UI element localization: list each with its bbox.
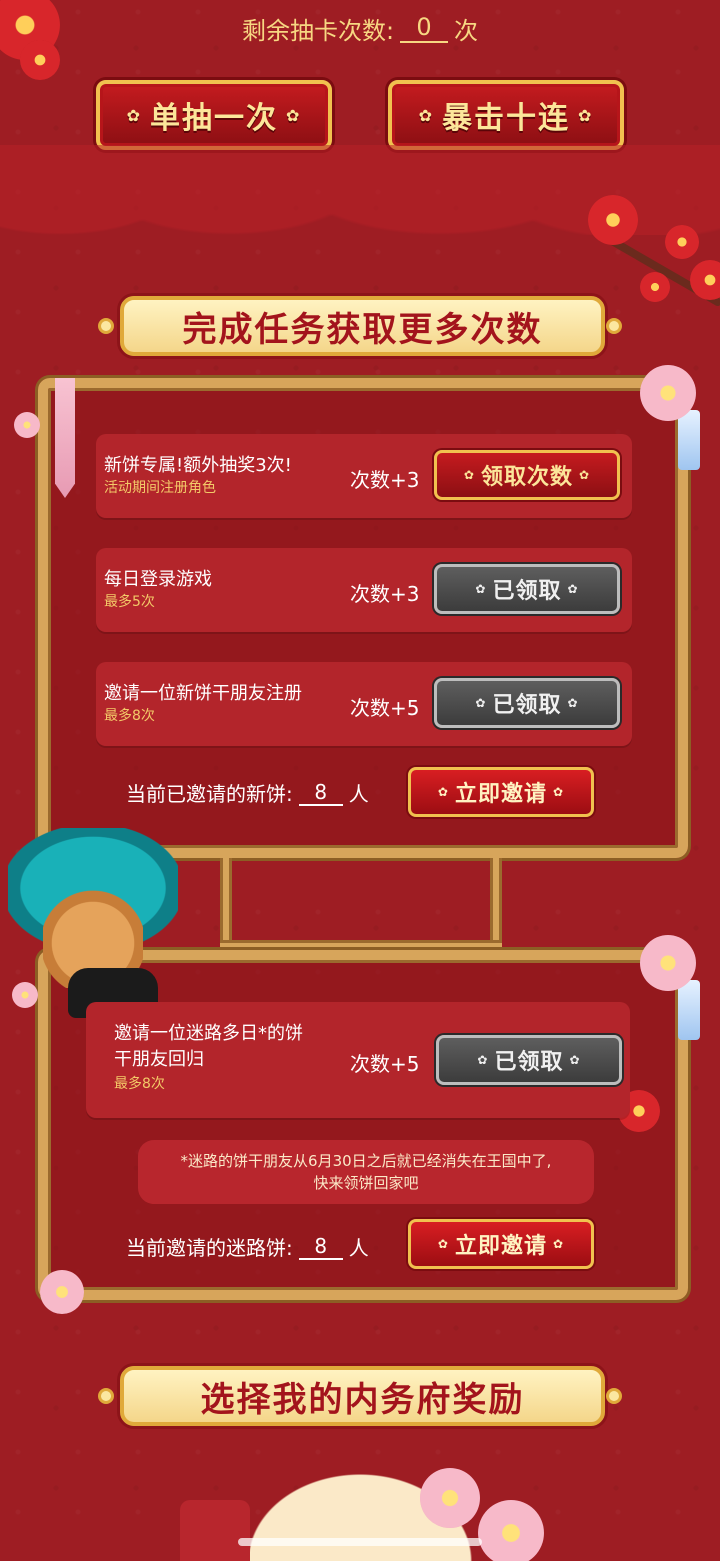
remaining-draws-value: 0 (400, 13, 449, 43)
claim-draws-button[interactable]: 领取次数 (434, 450, 620, 500)
task-row: 每日登录游戏 最多5次 次数+3 已领取 (96, 548, 632, 632)
task-row: 新饼专属!额外抽奖3次! 活动期间注册角色 次数+3 领取次数 (96, 434, 632, 518)
task-subtitle: 最多5次 (104, 594, 155, 610)
claimed-button[interactable]: 已领取 (434, 564, 620, 614)
task-gain: 次数+5 (350, 696, 420, 720)
notice-line-2: 快来领饼回家吧 (313, 1174, 419, 1192)
plum-blossom-icon (640, 365, 696, 421)
task-gain: 次数+5 (350, 1052, 420, 1076)
task-title: 新饼专属!额外抽奖3次! (104, 455, 292, 476)
single-draw-label: 单抽一次 (150, 101, 278, 136)
invite-count-label: 当前已邀请的新饼: (126, 782, 293, 806)
invite-now-button[interactable]: 立即邀请 (408, 1219, 594, 1269)
task-gain: 次数+3 (350, 582, 420, 606)
plum-blossom-icon (478, 1500, 544, 1561)
plum-blossom-icon (14, 412, 40, 438)
tassel-icon (678, 410, 700, 470)
invite-now-label: 立即邀请 (454, 782, 547, 807)
invite-count-unit: 人 (348, 782, 369, 806)
plum-blossom-icon (420, 1468, 480, 1528)
task-gain: 次数+3 (350, 468, 420, 492)
ten-draw-button[interactable]: 暴击十连 (388, 80, 624, 150)
notice-line-1: *迷路的饼干朋友从6月30日之后就已经消失在王国中了, (180, 1152, 552, 1170)
ten-draw-label: 暴击十连 (442, 101, 570, 136)
plum-blossom-icon (40, 1270, 84, 1314)
claimed-label: 已领取 (492, 693, 562, 718)
header-dot-icon (98, 318, 114, 334)
task-row: 邀请一位新饼干朋友注册 最多8次 次数+5 已领取 (96, 662, 632, 746)
rewards-section-title-text: 选择我的内务府奖励 (200, 1379, 525, 1420)
lost-cookie-notice: *迷路的饼干朋友从6月30日之后就已经消失在王国中了, 快来领饼回家吧 (138, 1140, 594, 1204)
header-dot-icon (606, 318, 622, 334)
plum-blossom-icon (640, 272, 670, 302)
plum-blossom-icon (20, 40, 60, 80)
claimed-label: 已领取 (492, 579, 562, 604)
task-title: 邀请一位新饼干朋友注册 (104, 683, 302, 704)
invite-count-unit: 人 (348, 1236, 369, 1260)
plum-blossom-icon (665, 225, 699, 259)
plum-blossom-icon (588, 195, 638, 245)
remaining-draws-unit: 次 (454, 16, 479, 45)
lost-cookie-invite-count: 当前邀请的迷路饼: 8 人 (126, 1232, 369, 1261)
header-dot-icon (98, 1388, 114, 1404)
wall-decoration (180, 1500, 250, 1561)
claimed-button[interactable]: 已领取 (436, 1035, 622, 1085)
task-subtitle: 最多8次 (114, 1076, 165, 1092)
tasks-section-title: 完成任务获取更多次数 (120, 296, 605, 356)
header-dot-icon (606, 1388, 622, 1404)
new-cookie-invite-count: 当前已邀请的新饼: 8 人 (126, 778, 369, 807)
claimed-label: 已领取 (494, 1050, 564, 1075)
plum-blossom-icon (690, 260, 720, 300)
task-row: 邀请一位迷路多日*的饼 干朋友回归 最多8次 次数+5 已领取 (86, 1002, 630, 1118)
claimed-button[interactable]: 已领取 (434, 678, 620, 728)
plum-blossom-icon (640, 935, 696, 991)
tasks-section-title-text: 完成任务获取更多次数 (182, 309, 543, 350)
invite-count-value: 8 (298, 780, 343, 806)
invite-now-label: 立即邀请 (454, 1234, 547, 1259)
task-subtitle: 最多8次 (104, 708, 155, 724)
invite-count-label: 当前邀请的迷路饼: (126, 1236, 293, 1260)
task-title: 每日登录游戏 (104, 569, 212, 590)
rewards-section-title: 选择我的内务府奖励 (120, 1366, 605, 1426)
task-title-line2: 干朋友回归 (114, 1049, 204, 1070)
bookmark-tag-icon (55, 378, 75, 498)
invite-count-value: 8 (298, 1234, 343, 1260)
single-draw-button[interactable]: 单抽一次 (96, 80, 332, 150)
task-subtitle: 活动期间注册角色 (104, 480, 216, 496)
tassel-icon (678, 980, 700, 1040)
claim-draws-label: 领取次数 (480, 465, 573, 490)
remaining-draws: 剩余抽卡次数: 0 次 (0, 8, 720, 48)
task-title: 邀请一位迷路多日*的饼 (114, 1023, 303, 1044)
home-indicator[interactable] (238, 1538, 482, 1546)
frame-beam (220, 940, 502, 950)
invite-now-button[interactable]: 立即邀请 (408, 767, 594, 817)
remaining-draws-label: 剩余抽卡次数: (241, 16, 395, 45)
cookie-character-icon (8, 828, 178, 1018)
